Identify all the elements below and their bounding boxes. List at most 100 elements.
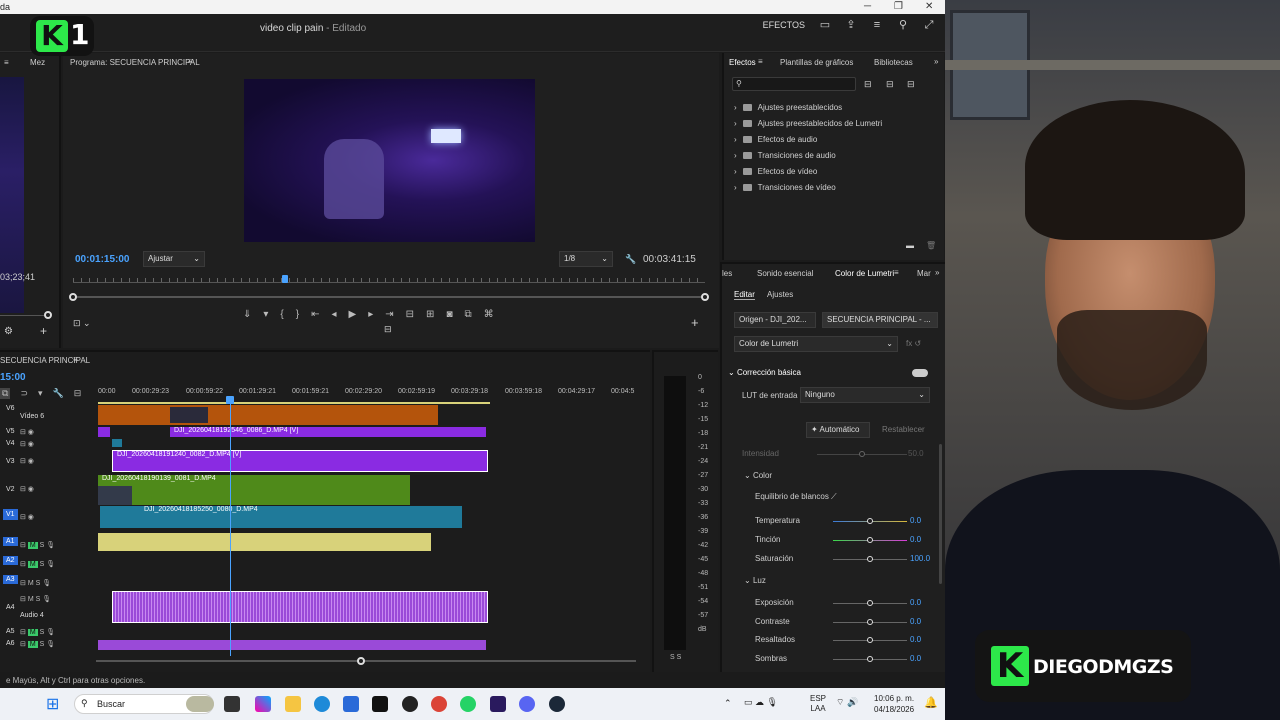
shadows-slider[interactable]: [833, 656, 907, 662]
track-v4[interactable]: V4: [6, 440, 15, 447]
temp-value[interactable]: 0.0: [910, 516, 921, 525]
track-v2[interactable]: V2: [6, 486, 15, 493]
zoom-scrollbar[interactable]: [69, 293, 709, 301]
work-area-bar[interactable]: [98, 402, 490, 404]
intensity-slider[interactable]: [817, 451, 907, 457]
search-icon[interactable]: ⚲: [897, 19, 909, 31]
clip-a1[interactable]: [98, 533, 431, 551]
minimize-button[interactable]: ─: [864, 1, 871, 12]
menu-icon[interactable]: ≡: [871, 19, 883, 31]
contrast-slider[interactable]: [833, 619, 907, 625]
clip-v6-thumb[interactable]: [170, 407, 208, 423]
tree-item[interactable]: › Ajustes preestablecidos de Lumetri: [734, 115, 882, 131]
program-tab[interactable]: Programa: SECUENCIA PRINCIPAL: [70, 58, 200, 67]
capcut-icon[interactable]: [402, 696, 418, 712]
tray-chevron-icon[interactable]: ⌃: [724, 698, 732, 709]
solo-button[interactable]: S: [40, 641, 45, 648]
menu-icon[interactable]: ≡: [73, 355, 78, 364]
timeline-scrollbar[interactable]: [96, 660, 636, 662]
clock[interactable]: 10:06 p. m. 04/18/2026: [874, 693, 914, 715]
scroll-start-knob[interactable]: [69, 293, 77, 301]
more-icon[interactable]: »: [935, 268, 939, 277]
wrench-icon[interactable]: 🔧: [53, 388, 64, 399]
tab-essential-sound[interactable]: Sonido esencial: [757, 269, 813, 278]
yuv-icon[interactable]: ⊟: [907, 79, 915, 90]
tab-graphic-templates[interactable]: Plantillas de gráficos: [780, 58, 853, 67]
solo-button[interactable]: S: [40, 629, 45, 636]
eye-icon[interactable]: ⊟ ◉: [20, 427, 34, 439]
mute-button[interactable]: M: [28, 596, 34, 603]
clip-v1[interactable]: DJI_20260418185250_0080_D.MP4: [100, 506, 462, 528]
track-a5[interactable]: A5: [6, 628, 15, 635]
contrast-value[interactable]: 0.0: [910, 617, 921, 626]
sat-slider[interactable]: [833, 556, 907, 562]
add-button[interactable]: +: [40, 324, 47, 338]
solo-buttons[interactable]: S S: [670, 654, 681, 661]
more-icon[interactable]: »: [934, 57, 938, 66]
clip-a4[interactable]: [112, 591, 488, 623]
maximize-button[interactable]: ❐: [894, 1, 903, 12]
tab-prev[interactable]: les: [722, 269, 732, 278]
steam-icon[interactable]: [549, 696, 565, 712]
tree-item[interactable]: › Efectos de vídeo: [734, 163, 882, 179]
language-indicator[interactable]: ESP LAA: [810, 694, 826, 714]
whatsapp-icon[interactable]: [460, 696, 476, 712]
vr-icon[interactable]: ⌘: [484, 309, 494, 320]
highlights-slider[interactable]: [833, 637, 907, 643]
track-a3[interactable]: A3: [3, 575, 18, 584]
store-icon[interactable]: [343, 696, 359, 712]
source-scrub-knob[interactable]: [44, 311, 52, 319]
temp-slider[interactable]: [833, 518, 907, 524]
discord-icon[interactable]: [519, 696, 535, 712]
marker-icon[interactable]: ▾: [263, 309, 268, 320]
tree-item[interactable]: › Transiciones de audio: [734, 147, 882, 163]
sat-value[interactable]: 100.0: [910, 554, 930, 563]
panel-icon[interactable]: ▭: [819, 19, 831, 31]
32bit-icon[interactable]: ⊟: [886, 79, 894, 90]
basic-correction-toggle[interactable]: [912, 369, 928, 377]
step-back-icon[interactable]: ◂: [332, 309, 337, 320]
clip-v2[interactable]: DJI_20260418190139_0081_D.MP4: [98, 475, 410, 505]
linked-icon[interactable]: ⊃: [20, 388, 28, 399]
reset-button[interactable]: Restablecer: [882, 425, 925, 434]
track-a6[interactable]: A6: [6, 640, 15, 647]
network-volume-icons[interactable]: ⌔ 🔊: [836, 697, 858, 708]
mark-out-icon[interactable]: }: [296, 309, 299, 320]
go-to-in-icon[interactable]: ⇤: [311, 309, 319, 320]
tiktok-icon[interactable]: [372, 696, 388, 712]
timeline-playhead[interactable]: [230, 396, 231, 656]
timeline-timecode[interactable]: 15:00: [0, 372, 26, 383]
shadows-value[interactable]: 0.0: [910, 654, 921, 663]
time-ruler[interactable]: [73, 275, 705, 283]
mute-button[interactable]: M: [27, 542, 38, 549]
color-section-header[interactable]: ⌄ Color: [744, 471, 772, 480]
solo-button[interactable]: S: [40, 561, 45, 568]
fit-select[interactable]: Ajustar ⌄: [143, 251, 205, 267]
track-a1[interactable]: A1: [3, 537, 18, 546]
eye-icon[interactable]: ⊟ ◉: [20, 513, 34, 521]
settings-icon[interactable]: ⚙: [4, 326, 13, 337]
tab-lumetri-color[interactable]: Color de Lumetri: [835, 269, 894, 278]
clip-a6[interactable]: [98, 640, 486, 650]
notifications-icon[interactable]: 🔔: [924, 696, 938, 709]
scroll-end-knob[interactable]: [701, 293, 709, 301]
clip-v5-small[interactable]: [98, 427, 110, 437]
clip-v6[interactable]: [98, 405, 438, 425]
explorer-icon[interactable]: [285, 696, 301, 712]
camera-icon[interactable]: ◙: [446, 309, 452, 320]
tree-item[interactable]: › Ajustes preestablecidos: [734, 99, 882, 115]
intensity-value[interactable]: 50.0: [908, 449, 924, 458]
track-v6[interactable]: V6: [6, 405, 15, 412]
exposure-value[interactable]: 0.0: [910, 598, 921, 607]
tint-slider[interactable]: [833, 537, 907, 543]
exposure-slider[interactable]: [833, 600, 907, 606]
tab-edit[interactable]: Editar: [734, 290, 755, 300]
clip-v4[interactable]: [112, 439, 122, 447]
solo-button[interactable]: S: [36, 580, 41, 587]
light-section-header[interactable]: ⌄ Luz: [744, 576, 766, 585]
captions-icon[interactable]: ⊟: [74, 388, 82, 399]
eye-icon[interactable]: ⊟ ◉: [20, 485, 34, 493]
tab-libraries[interactable]: Bibliotecas: [874, 58, 913, 67]
track-a4[interactable]: A4: [6, 604, 15, 611]
mute-button[interactable]: M: [27, 629, 38, 636]
